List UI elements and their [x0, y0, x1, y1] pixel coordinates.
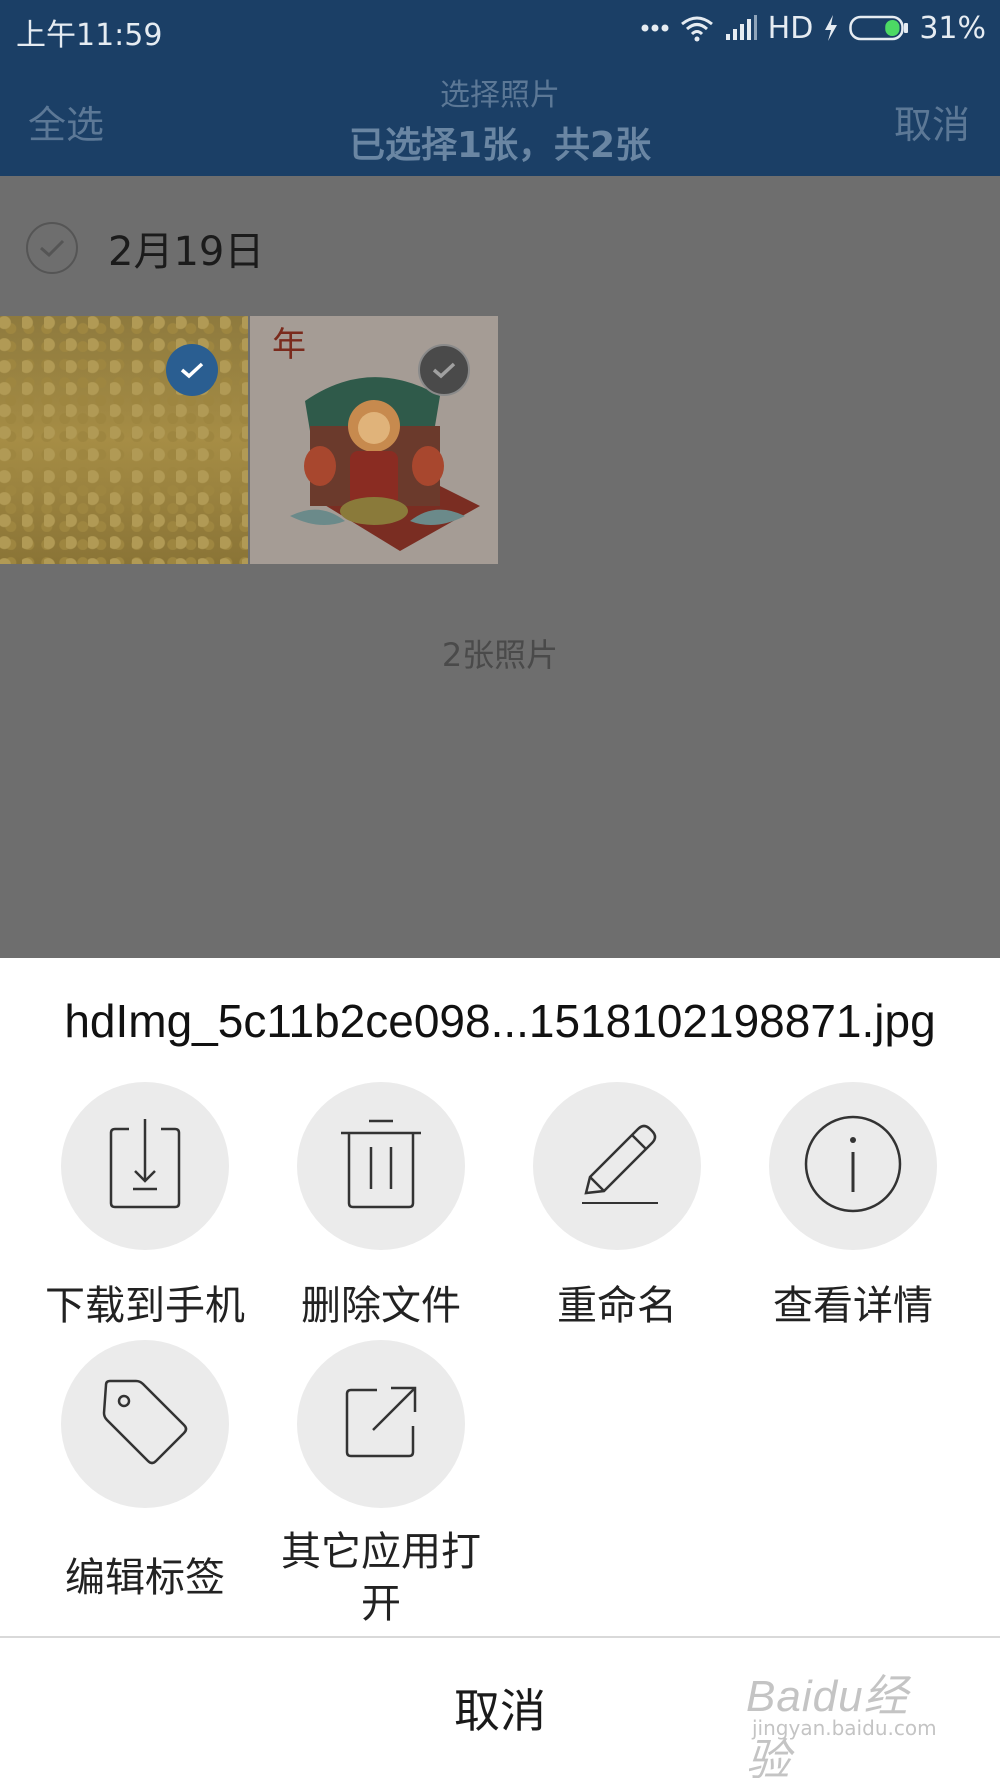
info-icon	[803, 1114, 903, 1218]
wifi-icon	[680, 14, 714, 42]
rename-button[interactable]: 重命名	[499, 1082, 735, 1332]
open-with-other-app-button[interactable]: 其它应用打开	[263, 1340, 499, 1630]
photo-unselected-check[interactable]	[418, 344, 470, 396]
photo-thumbnail[interactable]	[0, 316, 248, 564]
action-label: 查看详情	[773, 1283, 933, 1329]
download-icon	[105, 1119, 185, 1213]
view-details-button[interactable]: 查看详情	[735, 1082, 971, 1332]
page-title: 选择照片	[440, 78, 560, 113]
download-to-phone-button[interactable]: 下载到手机	[27, 1082, 263, 1332]
action-sheet: hdImg_5c11b2ce098...1518102198871.jpg 下载…	[0, 958, 1000, 1778]
action-label: 下载到手机	[45, 1283, 245, 1329]
action-icon-circle	[533, 1082, 701, 1250]
date-select-checkbox[interactable]	[26, 222, 78, 274]
action-icon-circle	[769, 1082, 937, 1250]
delete-file-button[interactable]: 删除文件	[263, 1082, 499, 1332]
action-icon-circle	[61, 1340, 229, 1508]
status-bar: 上午11:59 HD 31%	[0, 0, 1000, 58]
action-icon-circle	[297, 1340, 465, 1508]
status-time: 上午11:59	[16, 18, 163, 53]
network-type: HD	[767, 10, 814, 46]
photo-thumbnail[interactable]: 年	[250, 316, 498, 564]
action-icon-circle	[297, 1082, 465, 1250]
action-label: 重命名	[557, 1283, 677, 1329]
photo-selected-check[interactable]	[166, 344, 218, 396]
selection-summary: 已选择1张，共2张	[348, 125, 652, 166]
header-cancel-button[interactable]: 取消	[894, 94, 970, 149]
trash-icon	[339, 1119, 423, 1213]
file-name: hdImg_5c11b2ce098...1518102198871.jpg	[64, 995, 936, 1047]
signal-icon	[724, 14, 758, 42]
open-external-icon	[341, 1382, 421, 1466]
action-label: 删除文件	[301, 1283, 461, 1329]
watermark-url: jingyan.baidu.com	[752, 1716, 937, 1740]
photo-count: 2张照片	[441, 636, 559, 674]
charging-icon	[823, 14, 839, 42]
action-label: 编辑标签	[65, 1555, 225, 1601]
action-icon-circle	[61, 1082, 229, 1250]
header: 全选 选择照片 已选择1张，共2张 取消	[0, 58, 1000, 176]
baidu-jingyan-watermark: Baidu经验 jingyan.baidu.com	[746, 1660, 946, 1778]
battery-icon	[849, 15, 909, 41]
photo-list: 2月19日 年 2张照片	[0, 176, 1000, 958]
date-label: 2月19日	[108, 229, 265, 275]
tag-icon	[100, 1377, 190, 1471]
svg-text:年: 年	[272, 325, 306, 365]
edit-tags-button[interactable]: 编辑标签	[27, 1340, 263, 1604]
pencil-icon	[572, 1119, 662, 1213]
action-label: 其它应用打开	[281, 1529, 481, 1627]
battery-percent: 31%	[919, 10, 986, 46]
status-icons: HD 31%	[640, 8, 986, 48]
more-dots-icon	[640, 23, 670, 33]
date-group-header: 2月19日	[26, 220, 264, 276]
